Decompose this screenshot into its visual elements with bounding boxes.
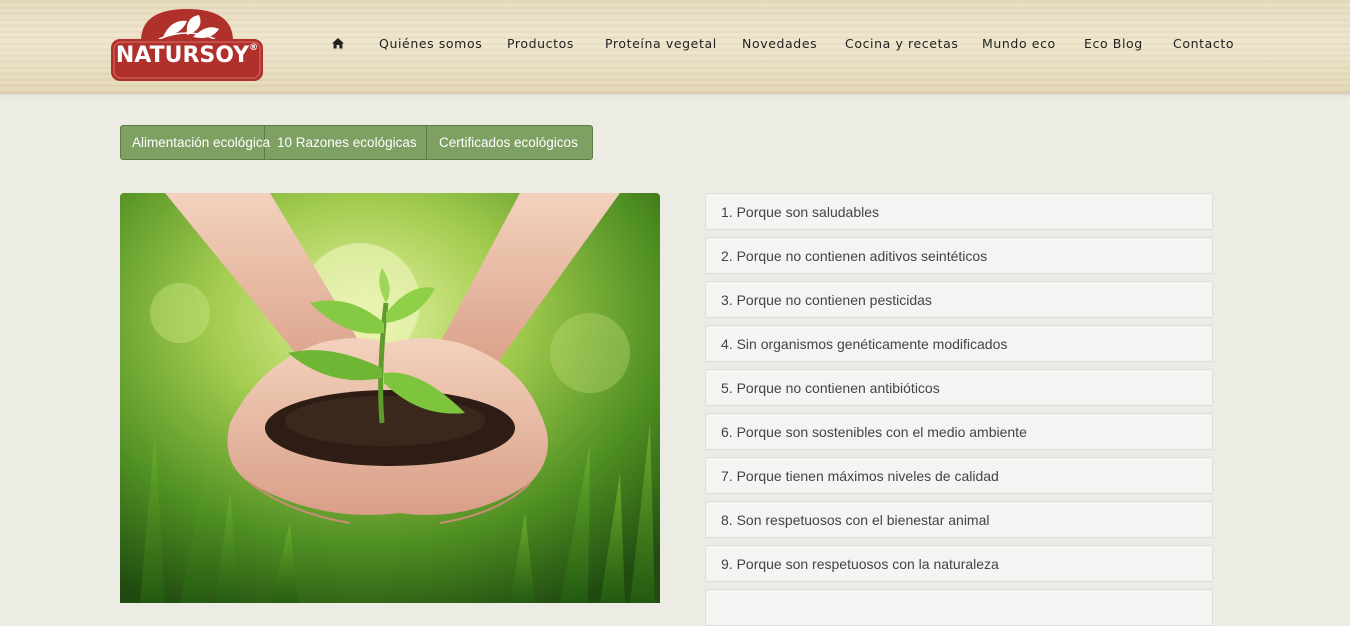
nav-productos[interactable]: Productos (507, 36, 574, 51)
accordion-item[interactable]: 1. Porque son saludables (705, 193, 1213, 230)
nav-quienes-somos[interactable]: Quiénes somos (379, 36, 482, 51)
nav-contacto[interactable]: Contacto (1173, 36, 1234, 51)
accordion-item[interactable]: 4. Sin organismos genéticamente modifica… (705, 325, 1213, 362)
accordion-item[interactable]: 8. Son respetuosos con el bienestar anim… (705, 501, 1213, 538)
accordion-item-label: 1. Porque son saludables (721, 204, 879, 220)
accordion-item-label: 9. Porque son respetuosos con la natural… (721, 556, 999, 572)
tab-10-razones-ecologicas[interactable]: 10 Razones ecológicas (265, 126, 427, 159)
hero-image-seedling (120, 193, 660, 603)
accordion-item-label: 6. Porque son sostenibles con el medio a… (721, 424, 1027, 440)
accordion-item-label: 3. Porque no contienen pesticidas (721, 292, 932, 308)
tab-certificados-ecologicos[interactable]: Certificados ecológicos (427, 126, 592, 159)
accordion-item-label: 2. Porque no contienen aditivos seintéti… (721, 248, 988, 264)
section-tabs: Alimentación ecológica 10 Razones ecológ… (120, 125, 593, 160)
nav-cocina-y-recetas[interactable]: Cocina y recetas (845, 36, 958, 51)
seedling-illustration (120, 193, 660, 603)
nav-mundo-eco[interactable]: Mundo eco (982, 36, 1056, 51)
tab-alimentacion-ecologica[interactable]: Alimentación ecológica (121, 126, 270, 159)
nav-eco-blog[interactable]: Eco Blog (1084, 36, 1143, 51)
accordion-item[interactable]: 7. Porque tienen máximos niveles de cali… (705, 457, 1213, 494)
accordion-item[interactable]: 5. Porque no contienen antibióticos (705, 369, 1213, 406)
main-nav: Quiénes somos Productos Proteína vegetal… (0, 36, 1350, 52)
accordion-item[interactable] (705, 589, 1213, 626)
accordion-item-label: 5. Porque no contienen antibióticos (721, 380, 940, 396)
accordion-item[interactable]: 9. Porque son respetuosos con la natural… (705, 545, 1213, 582)
accordion-item[interactable]: 6. Porque son sostenibles con el medio a… (705, 413, 1213, 450)
nav-novedades[interactable]: Novedades (742, 36, 817, 51)
home-icon[interactable] (331, 36, 345, 50)
accordion-item-label: 7. Porque tienen máximos niveles de cali… (721, 468, 999, 484)
accordion-item-label: 8. Son respetuosos con el bienestar anim… (721, 512, 990, 528)
accordion-item[interactable]: 2. Porque no contienen aditivos seintéti… (705, 237, 1213, 274)
site-header: NATURSOY® Quiénes somos Productos Proteí… (0, 0, 1350, 94)
accordion-item[interactable]: 3. Porque no contienen pesticidas (705, 281, 1213, 318)
accordion-item-label: 4. Sin organismos genéticamente modifica… (721, 336, 1008, 352)
nav-proteina-vegetal[interactable]: Proteína vegetal (605, 36, 717, 51)
